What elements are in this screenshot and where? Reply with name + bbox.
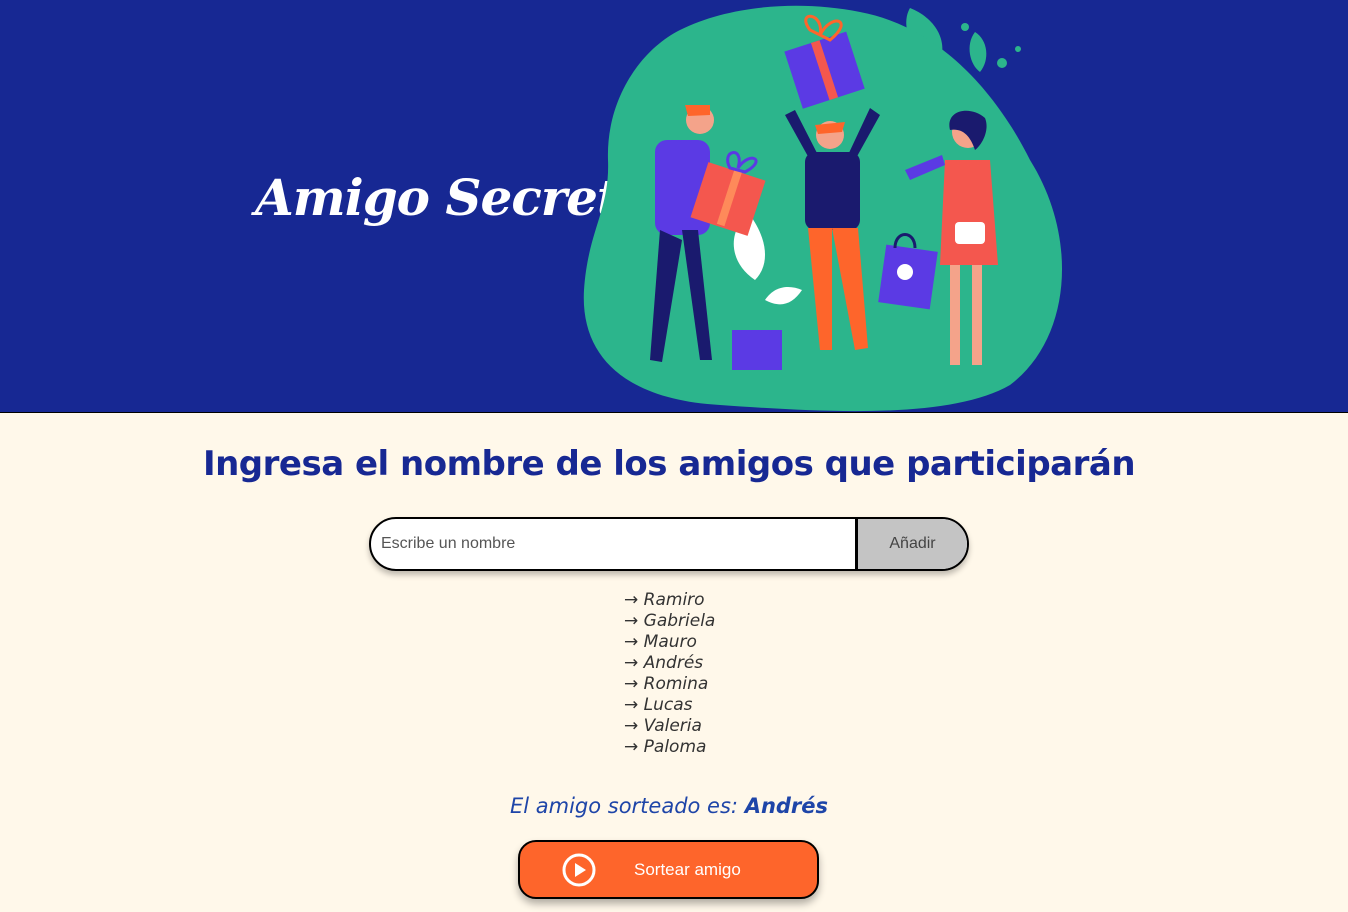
add-friend-button[interactable]: Añadir — [855, 519, 967, 569]
list-item: → Mauro — [624, 632, 715, 653]
arrow-right-icon: → — [624, 737, 639, 757]
list-item: → Lucas — [624, 695, 715, 716]
arrow-right-icon: → — [624, 716, 639, 736]
result-label: El amigo sorteado es: — [509, 794, 738, 818]
list-item: → Romina — [624, 674, 715, 695]
friend-name: Mauro — [643, 632, 697, 652]
friend-name: Lucas — [643, 695, 693, 715]
list-item: → Andrés — [624, 653, 715, 674]
arrow-right-icon: → — [624, 674, 639, 694]
arrow-right-icon: → — [624, 590, 639, 610]
play-circle-icon — [562, 853, 596, 887]
friend-name: Andrés — [643, 653, 704, 673]
result-name: Andrés — [744, 794, 829, 818]
friend-name-input[interactable] — [371, 519, 855, 569]
arrow-right-icon: → — [624, 632, 639, 652]
main-heading: Ingresa el nombre de los amigos que part… — [202, 444, 1136, 484]
friend-name: Valeria — [643, 716, 702, 736]
arrow-right-icon: → — [624, 695, 639, 715]
friend-name: Gabriela — [643, 611, 716, 631]
draw-button-label: Sortear amigo — [634, 860, 741, 879]
friends-gifts-illustration — [583, 5, 1063, 412]
friend-name: Ramiro — [643, 590, 705, 610]
friend-name: Romina — [643, 674, 709, 694]
list-item: → Ramiro — [624, 590, 715, 611]
list-item: → Gabriela — [624, 611, 715, 632]
friend-input-group: Añadir — [369, 517, 969, 571]
list-item: → Paloma — [624, 737, 715, 758]
draw-friend-button[interactable]: Sortear amigo — [518, 840, 819, 899]
friends-list: → Ramiro → Gabriela → Mauro → Andrés → R… — [624, 590, 715, 758]
arrow-right-icon: → — [624, 611, 639, 631]
header-banner: Amigo Secreto — [0, 0, 1348, 413]
arrow-right-icon: → — [624, 653, 639, 673]
list-item: → Valeria — [624, 716, 715, 737]
friend-name: Paloma — [643, 737, 707, 757]
draw-result: El amigo sorteado es: Andrés — [0, 794, 1338, 818]
